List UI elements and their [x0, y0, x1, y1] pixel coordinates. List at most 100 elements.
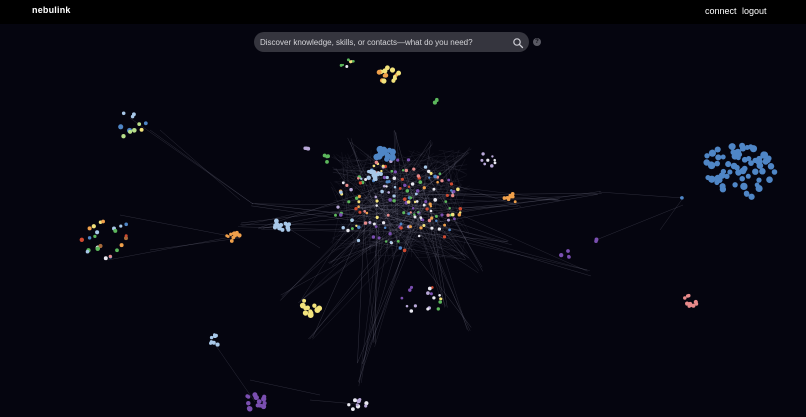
graph-node[interactable] — [334, 213, 337, 217]
graph-node[interactable] — [385, 175, 389, 180]
graph-node[interactable] — [357, 205, 360, 208]
graph-node[interactable] — [422, 223, 426, 228]
graph-node[interactable] — [447, 218, 450, 222]
graph-node[interactable] — [436, 180, 439, 184]
graph-node[interactable] — [355, 403, 359, 407]
graph-node[interactable] — [493, 158, 496, 162]
graph-node[interactable] — [404, 168, 409, 173]
graph-node[interactable] — [412, 167, 416, 171]
graph-node[interactable] — [363, 210, 367, 213]
graph-node[interactable] — [380, 189, 384, 194]
graph-node[interactable] — [246, 400, 251, 406]
graph-node[interactable] — [720, 168, 727, 175]
graph-node[interactable] — [381, 221, 386, 225]
graph-node[interactable] — [400, 177, 404, 181]
brand-logo[interactable]: nebulink — [32, 5, 71, 15]
graph-node[interactable] — [724, 173, 730, 179]
graph-node[interactable] — [409, 285, 414, 289]
graph-node[interactable] — [374, 225, 378, 228]
graph-node[interactable] — [272, 225, 278, 230]
graph-node[interactable] — [407, 212, 411, 216]
graph-node[interactable] — [396, 70, 402, 76]
graph-node[interactable] — [398, 186, 402, 190]
graph-node[interactable] — [756, 155, 763, 162]
graph-node[interactable] — [766, 176, 773, 183]
graph-node[interactable] — [341, 225, 345, 230]
graph-node[interactable] — [366, 175, 371, 180]
graph-node[interactable] — [336, 205, 340, 209]
search-input[interactable] — [260, 34, 502, 50]
graph-node[interactable] — [341, 181, 345, 185]
graph-node[interactable] — [346, 58, 350, 62]
graph-node[interactable] — [386, 147, 393, 153]
graph-node[interactable] — [433, 174, 437, 179]
graph-node[interactable] — [440, 179, 444, 183]
graph-node[interactable] — [405, 304, 409, 308]
graph-node[interactable] — [374, 160, 379, 165]
graph-node[interactable] — [121, 111, 126, 116]
graph-node[interactable] — [285, 222, 289, 227]
graph-node[interactable] — [232, 231, 236, 235]
graph-node[interactable] — [418, 180, 423, 184]
graph-node[interactable] — [312, 303, 317, 308]
graph-node[interactable] — [376, 69, 382, 75]
graph-node[interactable] — [398, 246, 403, 250]
graph-node[interactable] — [392, 176, 397, 180]
graph-node[interactable] — [325, 160, 329, 164]
graph-node[interactable] — [371, 172, 377, 178]
graph-node[interactable] — [390, 169, 394, 173]
graph-node[interactable] — [427, 286, 432, 291]
graph-node[interactable] — [422, 203, 426, 207]
graph-node[interactable] — [380, 169, 383, 173]
graph-node[interactable] — [385, 65, 390, 71]
graph-node[interactable] — [393, 74, 397, 79]
search-button[interactable] — [512, 36, 524, 49]
graph-node[interactable] — [113, 228, 118, 233]
graph-node[interactable] — [381, 78, 387, 84]
graph-node[interactable] — [308, 312, 314, 318]
graph-node[interactable] — [247, 406, 253, 412]
graph-node[interactable] — [101, 219, 105, 224]
graph-node[interactable] — [95, 230, 100, 235]
graph-node[interactable] — [694, 302, 699, 306]
graph-node[interactable] — [396, 158, 400, 162]
graph-node[interactable] — [406, 200, 411, 204]
graph-node[interactable] — [720, 154, 726, 160]
graph-node[interactable] — [79, 237, 85, 243]
graph-node[interactable] — [450, 189, 453, 192]
graph-node[interactable] — [386, 213, 390, 217]
graph-node[interactable] — [387, 180, 391, 183]
graph-node[interactable] — [103, 256, 108, 261]
graph-node[interactable] — [375, 199, 379, 203]
graph-node[interactable] — [403, 183, 407, 188]
graph-node[interactable] — [429, 209, 433, 213]
graph-node[interactable] — [402, 248, 407, 253]
graph-node[interactable] — [406, 158, 411, 162]
graph-node[interactable] — [357, 194, 361, 199]
graph-node[interactable] — [745, 173, 751, 179]
graph-node[interactable] — [708, 149, 716, 157]
graph-node[interactable] — [360, 177, 363, 181]
graph-node[interactable] — [411, 207, 415, 210]
graph-node[interactable] — [371, 235, 376, 239]
graph-node[interactable] — [483, 162, 487, 166]
graph-node[interactable] — [426, 307, 430, 311]
graph-node[interactable] — [432, 100, 437, 105]
graph-node[interactable] — [413, 215, 417, 219]
graph-node[interactable] — [423, 165, 428, 169]
graph-node[interactable] — [436, 307, 440, 311]
graph-node[interactable] — [124, 222, 129, 227]
graph-node[interactable] — [393, 185, 397, 189]
graph-node[interactable] — [739, 175, 745, 182]
graph-node[interactable] — [438, 172, 442, 176]
graph-node[interactable] — [215, 342, 220, 347]
graph-node[interactable] — [417, 210, 420, 214]
graph-node[interactable] — [734, 164, 740, 171]
graph-node[interactable] — [400, 296, 404, 300]
graph-node[interactable] — [683, 296, 687, 300]
graph-node[interactable] — [448, 207, 451, 210]
graph-node[interactable] — [347, 403, 351, 407]
graph-node[interactable] — [382, 184, 386, 188]
graph-node[interactable] — [358, 210, 362, 214]
graph-node[interactable] — [443, 223, 447, 227]
